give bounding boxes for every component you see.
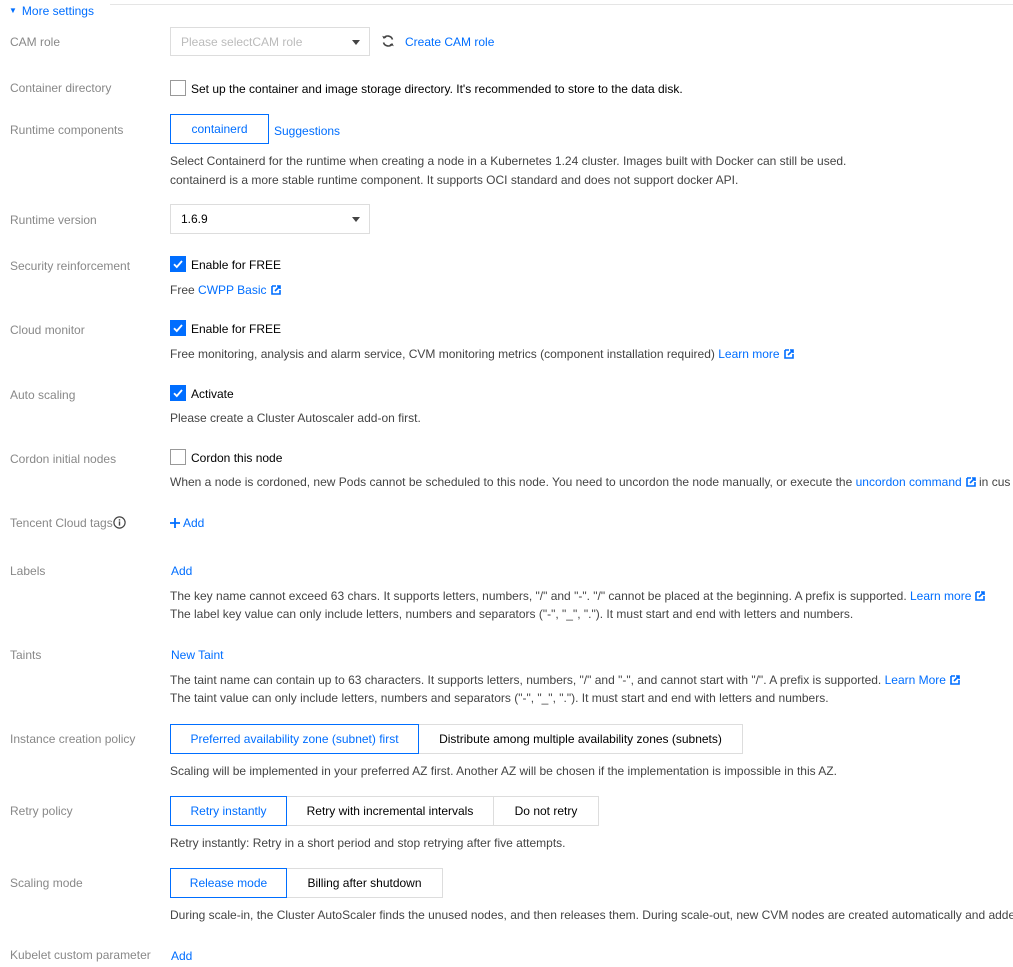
check-icon: [173, 324, 183, 333]
labels-help-1-text: The key name cannot exceed 63 chars. It …: [170, 589, 907, 603]
check-icon: [173, 260, 183, 269]
retry-policy-group: Retry instantly Retry with incremental i…: [170, 796, 599, 826]
taints-help-2: The taint value can only include letters…: [170, 691, 829, 705]
cloud-monitor-checkbox[interactable]: [170, 320, 186, 336]
external-link-icon[interactable]: [270, 285, 281, 295]
taints-learn-more-link[interactable]: Learn More: [885, 673, 946, 687]
cam-role-select[interactable]: Please selectCAM role: [170, 27, 370, 56]
cloud-monitor-help-text: Free monitoring, analysis and alarm serv…: [170, 347, 715, 361]
scaling-mode-label: Scaling mode: [10, 876, 83, 890]
more-settings-toggle[interactable]: ▼ More settings: [9, 4, 94, 18]
auto-scaling-help: Please create a Cluster Autoscaler add-o…: [170, 411, 421, 425]
retry-option-incremental[interactable]: Retry with incremental intervals: [286, 796, 494, 826]
retry-policy-label: Retry policy: [10, 804, 73, 818]
instance-policy-option-distribute[interactable]: Distribute among multiple availability z…: [418, 724, 743, 754]
retry-option-none[interactable]: Do not retry: [493, 796, 599, 826]
container-directory-checkbox[interactable]: [170, 80, 186, 96]
check-icon: [173, 389, 183, 398]
caret-down-icon: ▼: [9, 6, 17, 15]
container-directory-text: Set up the container and image storage d…: [191, 82, 683, 96]
create-cam-role-link[interactable]: Create CAM role: [405, 35, 494, 49]
runtime-option-containerd[interactable]: containerd: [170, 114, 269, 144]
cam-role-placeholder: Please selectCAM role: [181, 34, 303, 49]
suggestions-link[interactable]: Suggestions: [274, 124, 340, 138]
labels-help-1: The key name cannot exceed 63 chars. It …: [170, 587, 986, 605]
security-reinforcement-label: Security reinforcement: [10, 259, 131, 273]
security-help: Free CWPP Basic: [170, 281, 281, 299]
auto-scaling-checkbox-text: Activate: [191, 387, 234, 401]
instance-policy-group: Preferred availability zone (subnet) fir…: [170, 724, 743, 754]
auto-scaling-checkbox[interactable]: [170, 385, 186, 401]
add-tag-label: Add: [183, 516, 205, 530]
tags-label-text: Tencent Cloud tags: [10, 516, 113, 530]
labels-help-2: The label key value can only include let…: [170, 607, 854, 621]
cwpp-basic-link[interactable]: CWPP Basic: [198, 283, 266, 297]
instance-policy-help: Scaling will be implemented in your pref…: [170, 764, 837, 778]
info-icon[interactable]: [113, 516, 126, 529]
cordon-help-text: When a node is cordoned, new Pods cannot…: [170, 475, 853, 489]
runtime-version-value: 1.6.9: [181, 212, 208, 226]
runtime-help-1: Select Containerd for the runtime when c…: [170, 154, 847, 168]
taints-label: Taints: [10, 648, 42, 662]
scaling-option-release[interactable]: Release mode: [170, 868, 287, 898]
container-directory-label: Container directory: [10, 81, 112, 95]
uncordon-command-link[interactable]: uncordon command: [856, 475, 962, 489]
cordon-help-suffix: in cus: [979, 475, 1011, 489]
cordon-help: When a node is cordoned, new Pods cannot…: [170, 473, 1013, 491]
labels-label: Labels: [10, 564, 46, 578]
taints-help-1: The taint name can contain up to 63 char…: [170, 671, 960, 689]
security-checkbox[interactable]: [170, 256, 186, 272]
external-link-icon[interactable]: [783, 349, 794, 359]
add-label-link[interactable]: Add: [171, 564, 192, 578]
taints-help-1-text: The taint name can contain up to 63 char…: [170, 673, 882, 687]
new-taint-link[interactable]: New Taint: [171, 648, 223, 662]
scaling-mode-help: During scale-in, the Cluster AutoScaler …: [170, 908, 1013, 922]
scaling-mode-group: Release mode Billing after shutdown: [170, 868, 443, 898]
runtime-components-group: containerd: [170, 114, 269, 144]
retry-policy-help: Retry instantly: Retry in a short period…: [170, 836, 566, 850]
security-checkbox-text: Enable for FREE: [191, 258, 282, 272]
cloud-monitor-help: Free monitoring, analysis and alarm serv…: [170, 345, 794, 363]
cloud-monitor-label: Cloud monitor: [10, 323, 85, 337]
cordon-label: Cordon initial nodes: [10, 452, 117, 466]
external-link-icon[interactable]: [950, 675, 960, 685]
cordon-checkbox[interactable]: [170, 449, 186, 465]
chevron-down-icon: [352, 39, 360, 45]
refresh-icon[interactable]: [381, 34, 395, 48]
external-link-icon[interactable]: [965, 477, 976, 487]
cloud-monitor-learn-more-link[interactable]: Learn more: [718, 347, 779, 361]
external-link-icon[interactable]: [975, 591, 986, 601]
tencent-cloud-tags-label: Tencent Cloud tags: [10, 516, 126, 530]
cloud-monitor-checkbox-text: Enable for FREE: [191, 322, 282, 336]
more-settings-label: More settings: [21, 4, 94, 18]
free-prefix: Free: [170, 283, 195, 297]
plus-icon: [170, 518, 180, 528]
labels-learn-more-link[interactable]: Learn more: [910, 589, 971, 603]
chevron-down-icon: [352, 217, 360, 222]
runtime-version-select[interactable]: 1.6.9: [170, 204, 370, 234]
instance-creation-policy-label: Instance creation policy: [10, 732, 136, 746]
add-tag-button[interactable]: Add: [170, 516, 204, 530]
scaling-option-billing[interactable]: Billing after shutdown: [286, 868, 443, 898]
kubelet-custom-parameter-label: Kubelet custom parameter: [10, 948, 151, 962]
cordon-checkbox-text: Cordon this node: [191, 451, 283, 465]
runtime-components-label: Runtime components: [10, 123, 124, 137]
runtime-help-2: containerd is a more stable runtime comp…: [170, 173, 739, 187]
instance-policy-option-preferred[interactable]: Preferred availability zone (subnet) fir…: [170, 724, 419, 754]
add-kubelet-param-link[interactable]: Add: [171, 949, 192, 963]
runtime-version-label: Runtime version: [10, 213, 97, 227]
retry-option-instantly[interactable]: Retry instantly: [170, 796, 287, 826]
auto-scaling-label: Auto scaling: [10, 388, 76, 402]
section-divider: [110, 4, 1013, 5]
cam-role-label: CAM role: [10, 35, 61, 49]
